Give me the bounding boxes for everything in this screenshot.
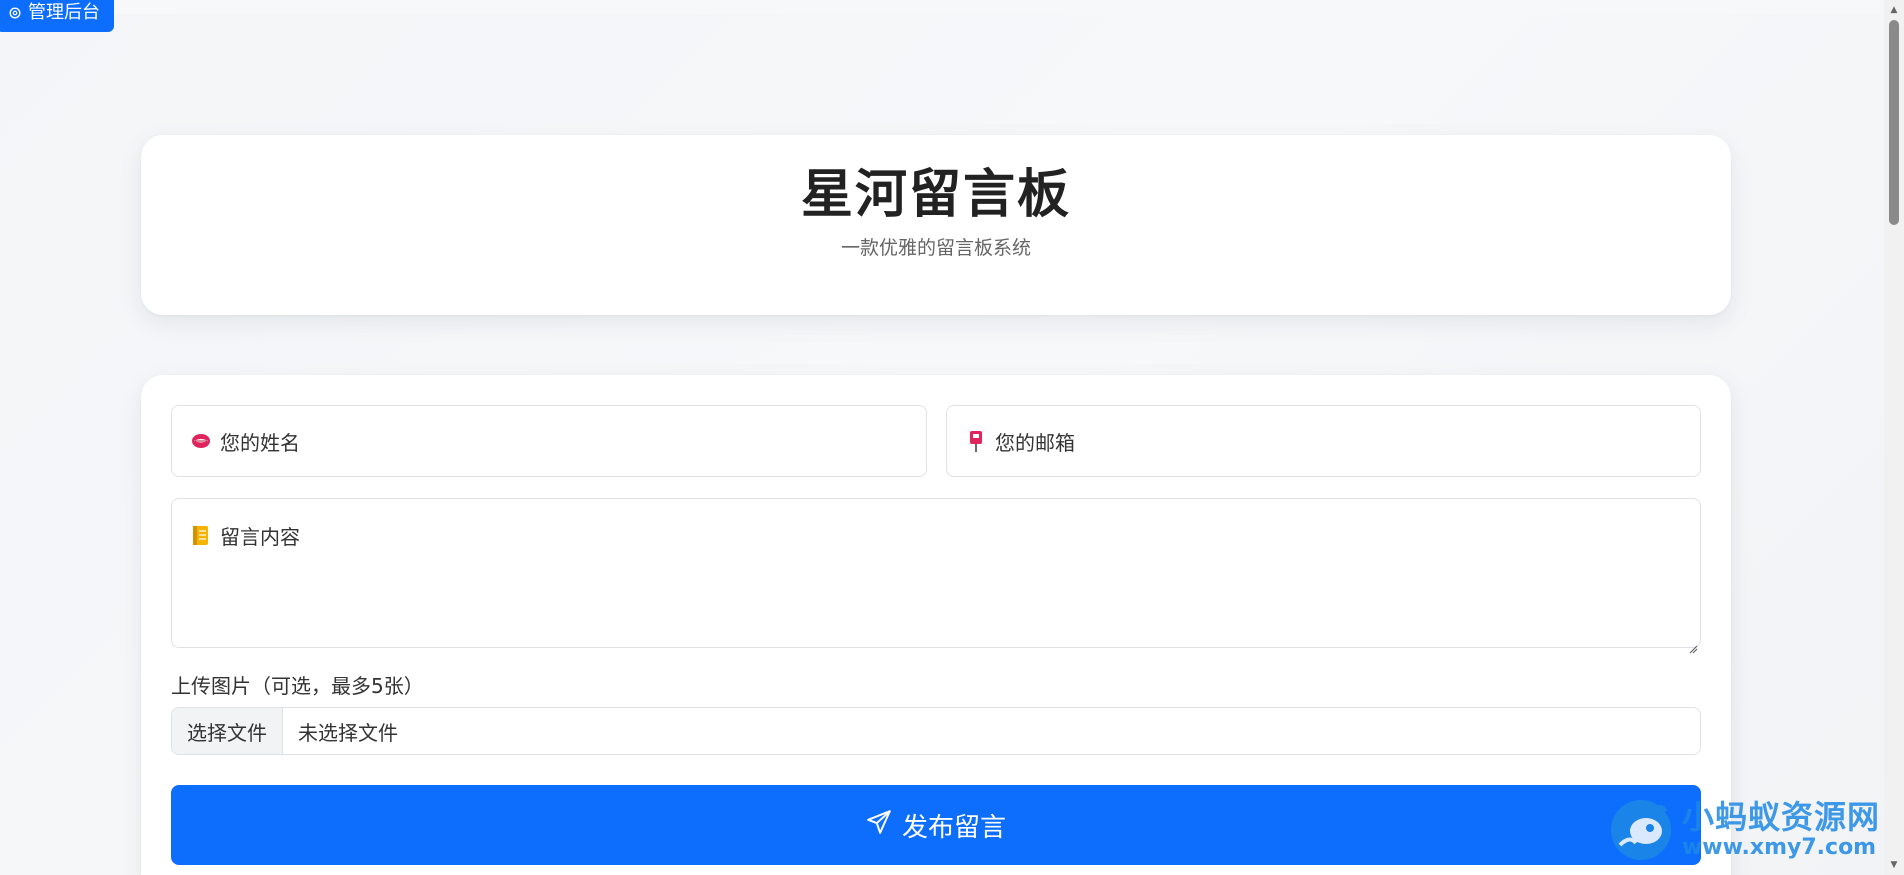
admin-panel-button[interactable]: 管理后台 (0, 0, 114, 32)
send-icon (866, 809, 892, 842)
name-placeholder: 您的姓名 (220, 430, 300, 455)
email-field[interactable]: 您的邮箱 (946, 405, 1701, 477)
top-bar (0, 0, 1880, 14)
message-form-card: 您的姓名 您的邮箱 留言内容 上传图片（可选，最多5张） 选择文件 未选择文件 … (141, 375, 1731, 875)
page-subtitle: 一款优雅的留言板系统 (840, 237, 1031, 259)
watermark-url: www.xmy7.com (1681, 835, 1877, 860)
page-title: 星河留言板 (800, 165, 1071, 225)
gear-icon (8, 4, 22, 19)
message-content-placeholder-row: 留言内容 (190, 521, 300, 550)
scroll-up-arrow-icon[interactable]: ▲ (1884, 2, 1904, 18)
choose-file-button[interactable]: 选择文件 (172, 708, 283, 754)
watermark-text: 小蚂蚁资源网 www.xmy7.com (1682, 799, 1880, 861)
lips-icon (190, 430, 212, 452)
resize-handle-icon[interactable] (1688, 635, 1698, 654)
vertical-scrollbar[interactable]: ▲ ▼ (1884, 0, 1904, 875)
header-card: 星河留言板 一款优雅的留言板系统 (141, 135, 1731, 315)
ant-logo-icon (1606, 795, 1676, 865)
image-file-input[interactable]: 选择文件 未选择文件 (171, 707, 1701, 755)
publish-message-button[interactable]: 发布留言 (171, 785, 1701, 865)
admin-panel-label: 管理后台 (28, 2, 100, 23)
upload-images-label: 上传图片（可选，最多5张） (171, 674, 424, 698)
notebook-icon (190, 525, 212, 547)
scrollbar-thumb[interactable] (1889, 20, 1899, 225)
watermark-title: 小蚂蚁资源网 (1681, 798, 1880, 836)
message-content-placeholder: 留言内容 (220, 525, 300, 549)
file-status-text: 未选择文件 (298, 720, 398, 745)
page: 管理后台 星河留言板 一款优雅的留言板系统 您的姓名 您的邮箱 留言内容 上传图… (0, 0, 1904, 875)
watermark: 小蚂蚁资源网 www.xmy7.com (1606, 795, 1880, 865)
name-field[interactable]: 您的姓名 (171, 405, 927, 477)
scroll-down-arrow-icon[interactable]: ▼ (1884, 857, 1904, 873)
publish-message-label: 发布留言 (901, 812, 1006, 843)
mailbox-icon (965, 430, 987, 452)
email-placeholder: 您的邮箱 (995, 430, 1075, 455)
message-content-textarea[interactable]: 留言内容 (171, 498, 1701, 654)
